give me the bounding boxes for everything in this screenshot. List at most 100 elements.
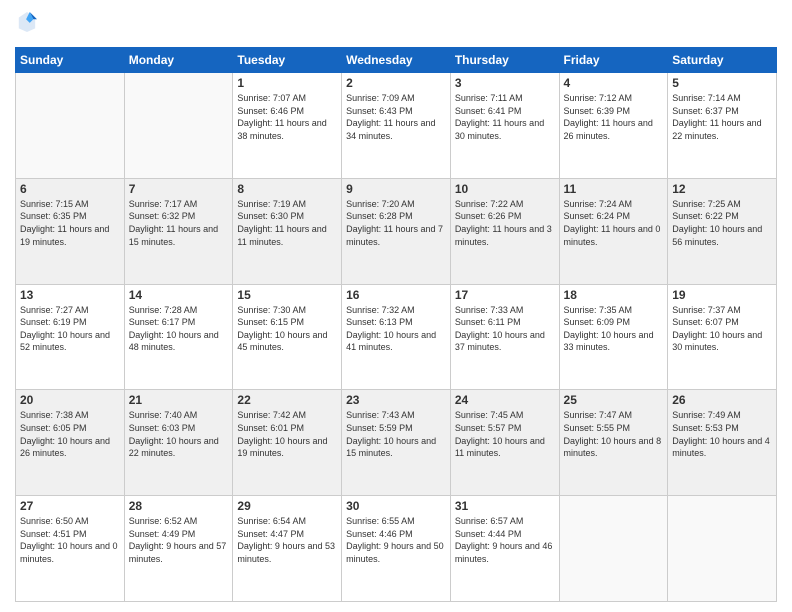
day-number: 20 [20, 393, 120, 407]
weekday-header-wednesday: Wednesday [342, 48, 451, 73]
day-info: Sunrise: 7:42 AMSunset: 6:01 PMDaylight:… [237, 410, 327, 458]
day-info: Sunrise: 7:20 AMSunset: 6:28 PMDaylight:… [346, 199, 443, 247]
calendar-cell: 11 Sunrise: 7:24 AMSunset: 6:24 PMDaylig… [559, 178, 668, 284]
calendar-cell: 29 Sunrise: 6:54 AMSunset: 4:47 PMDaylig… [233, 496, 342, 602]
calendar-cell: 17 Sunrise: 7:33 AMSunset: 6:11 PMDaylig… [450, 284, 559, 390]
calendar-week-row: 27 Sunrise: 6:50 AMSunset: 4:51 PMDaylig… [16, 496, 777, 602]
weekday-header-sunday: Sunday [16, 48, 125, 73]
day-info: Sunrise: 7:38 AMSunset: 6:05 PMDaylight:… [20, 410, 110, 458]
calendar-cell: 12 Sunrise: 7:25 AMSunset: 6:22 PMDaylig… [668, 178, 777, 284]
calendar-cell: 19 Sunrise: 7:37 AMSunset: 6:07 PMDaylig… [668, 284, 777, 390]
day-info: Sunrise: 7:11 AMSunset: 6:41 PMDaylight:… [455, 93, 544, 141]
day-number: 2 [346, 76, 446, 90]
day-number: 19 [672, 288, 772, 302]
calendar-week-row: 20 Sunrise: 7:38 AMSunset: 6:05 PMDaylig… [16, 390, 777, 496]
day-info: Sunrise: 7:22 AMSunset: 6:26 PMDaylight:… [455, 199, 552, 247]
logo [15, 10, 37, 39]
calendar-cell: 27 Sunrise: 6:50 AMSunset: 4:51 PMDaylig… [16, 496, 125, 602]
day-number: 30 [346, 499, 446, 513]
header [15, 10, 777, 39]
day-number: 10 [455, 182, 555, 196]
day-number: 7 [129, 182, 229, 196]
calendar-cell: 21 Sunrise: 7:40 AMSunset: 6:03 PMDaylig… [124, 390, 233, 496]
day-number: 5 [672, 76, 772, 90]
day-number: 26 [672, 393, 772, 407]
day-info: Sunrise: 7:14 AMSunset: 6:37 PMDaylight:… [672, 93, 761, 141]
day-number: 14 [129, 288, 229, 302]
calendar-cell: 7 Sunrise: 7:17 AMSunset: 6:32 PMDayligh… [124, 178, 233, 284]
day-number: 15 [237, 288, 337, 302]
day-number: 22 [237, 393, 337, 407]
day-number: 29 [237, 499, 337, 513]
day-info: Sunrise: 7:17 AMSunset: 6:32 PMDaylight:… [129, 199, 218, 247]
weekday-header-monday: Monday [124, 48, 233, 73]
calendar-cell: 16 Sunrise: 7:32 AMSunset: 6:13 PMDaylig… [342, 284, 451, 390]
day-info: Sunrise: 7:40 AMSunset: 6:03 PMDaylight:… [129, 410, 219, 458]
calendar-cell [559, 496, 668, 602]
day-info: Sunrise: 7:28 AMSunset: 6:17 PMDaylight:… [129, 305, 219, 353]
calendar-cell: 26 Sunrise: 7:49 AMSunset: 5:53 PMDaylig… [668, 390, 777, 496]
calendar-cell [668, 496, 777, 602]
day-info: Sunrise: 7:27 AMSunset: 6:19 PMDaylight:… [20, 305, 110, 353]
calendar-cell: 4 Sunrise: 7:12 AMSunset: 6:39 PMDayligh… [559, 73, 668, 179]
calendar-cell: 20 Sunrise: 7:38 AMSunset: 6:05 PMDaylig… [16, 390, 125, 496]
day-number: 8 [237, 182, 337, 196]
day-number: 11 [564, 182, 664, 196]
day-info: Sunrise: 7:45 AMSunset: 5:57 PMDaylight:… [455, 410, 545, 458]
calendar-cell [16, 73, 125, 179]
day-number: 16 [346, 288, 446, 302]
calendar-cell: 13 Sunrise: 7:27 AMSunset: 6:19 PMDaylig… [16, 284, 125, 390]
day-info: Sunrise: 7:35 AMSunset: 6:09 PMDaylight:… [564, 305, 654, 353]
calendar-cell: 8 Sunrise: 7:19 AMSunset: 6:30 PMDayligh… [233, 178, 342, 284]
day-number: 28 [129, 499, 229, 513]
day-info: Sunrise: 7:33 AMSunset: 6:11 PMDaylight:… [455, 305, 545, 353]
calendar-cell: 28 Sunrise: 6:52 AMSunset: 4:49 PMDaylig… [124, 496, 233, 602]
calendar-cell: 10 Sunrise: 7:22 AMSunset: 6:26 PMDaylig… [450, 178, 559, 284]
weekday-header-tuesday: Tuesday [233, 48, 342, 73]
day-info: Sunrise: 7:24 AMSunset: 6:24 PMDaylight:… [564, 199, 661, 247]
calendar-cell [124, 73, 233, 179]
day-info: Sunrise: 7:37 AMSunset: 6:07 PMDaylight:… [672, 305, 762, 353]
day-info: Sunrise: 7:32 AMSunset: 6:13 PMDaylight:… [346, 305, 436, 353]
day-number: 25 [564, 393, 664, 407]
day-number: 23 [346, 393, 446, 407]
day-number: 24 [455, 393, 555, 407]
day-info: Sunrise: 7:09 AMSunset: 6:43 PMDaylight:… [346, 93, 435, 141]
day-number: 6 [20, 182, 120, 196]
day-number: 9 [346, 182, 446, 196]
calendar-cell: 18 Sunrise: 7:35 AMSunset: 6:09 PMDaylig… [559, 284, 668, 390]
day-number: 13 [20, 288, 120, 302]
day-info: Sunrise: 7:47 AMSunset: 5:55 PMDaylight:… [564, 410, 662, 458]
day-info: Sunrise: 6:55 AMSunset: 4:46 PMDaylight:… [346, 516, 444, 564]
day-info: Sunrise: 7:07 AMSunset: 6:46 PMDaylight:… [237, 93, 326, 141]
calendar-cell: 2 Sunrise: 7:09 AMSunset: 6:43 PMDayligh… [342, 73, 451, 179]
calendar-cell: 23 Sunrise: 7:43 AMSunset: 5:59 PMDaylig… [342, 390, 451, 496]
weekday-header-row: SundayMondayTuesdayWednesdayThursdayFrid… [16, 48, 777, 73]
calendar-week-row: 13 Sunrise: 7:27 AMSunset: 6:19 PMDaylig… [16, 284, 777, 390]
calendar-cell: 30 Sunrise: 6:55 AMSunset: 4:46 PMDaylig… [342, 496, 451, 602]
weekday-header-saturday: Saturday [668, 48, 777, 73]
day-info: Sunrise: 6:54 AMSunset: 4:47 PMDaylight:… [237, 516, 335, 564]
day-info: Sunrise: 6:50 AMSunset: 4:51 PMDaylight:… [20, 516, 118, 564]
day-number: 17 [455, 288, 555, 302]
day-number: 18 [564, 288, 664, 302]
calendar-cell: 15 Sunrise: 7:30 AMSunset: 6:15 PMDaylig… [233, 284, 342, 390]
calendar-cell: 1 Sunrise: 7:07 AMSunset: 6:46 PMDayligh… [233, 73, 342, 179]
calendar-cell: 14 Sunrise: 7:28 AMSunset: 6:17 PMDaylig… [124, 284, 233, 390]
calendar-cell: 25 Sunrise: 7:47 AMSunset: 5:55 PMDaylig… [559, 390, 668, 496]
day-info: Sunrise: 7:12 AMSunset: 6:39 PMDaylight:… [564, 93, 653, 141]
day-info: Sunrise: 7:30 AMSunset: 6:15 PMDaylight:… [237, 305, 327, 353]
calendar-week-row: 6 Sunrise: 7:15 AMSunset: 6:35 PMDayligh… [16, 178, 777, 284]
calendar-cell: 9 Sunrise: 7:20 AMSunset: 6:28 PMDayligh… [342, 178, 451, 284]
day-number: 12 [672, 182, 772, 196]
day-info: Sunrise: 7:43 AMSunset: 5:59 PMDaylight:… [346, 410, 436, 458]
day-info: Sunrise: 6:52 AMSunset: 4:49 PMDaylight:… [129, 516, 227, 564]
weekday-header-friday: Friday [559, 48, 668, 73]
day-number: 1 [237, 76, 337, 90]
calendar-cell: 31 Sunrise: 6:57 AMSunset: 4:44 PMDaylig… [450, 496, 559, 602]
weekday-header-thursday: Thursday [450, 48, 559, 73]
day-number: 3 [455, 76, 555, 90]
calendar-cell: 5 Sunrise: 7:14 AMSunset: 6:37 PMDayligh… [668, 73, 777, 179]
page: SundayMondayTuesdayWednesdayThursdayFrid… [0, 0, 792, 612]
day-info: Sunrise: 6:57 AMSunset: 4:44 PMDaylight:… [455, 516, 553, 564]
